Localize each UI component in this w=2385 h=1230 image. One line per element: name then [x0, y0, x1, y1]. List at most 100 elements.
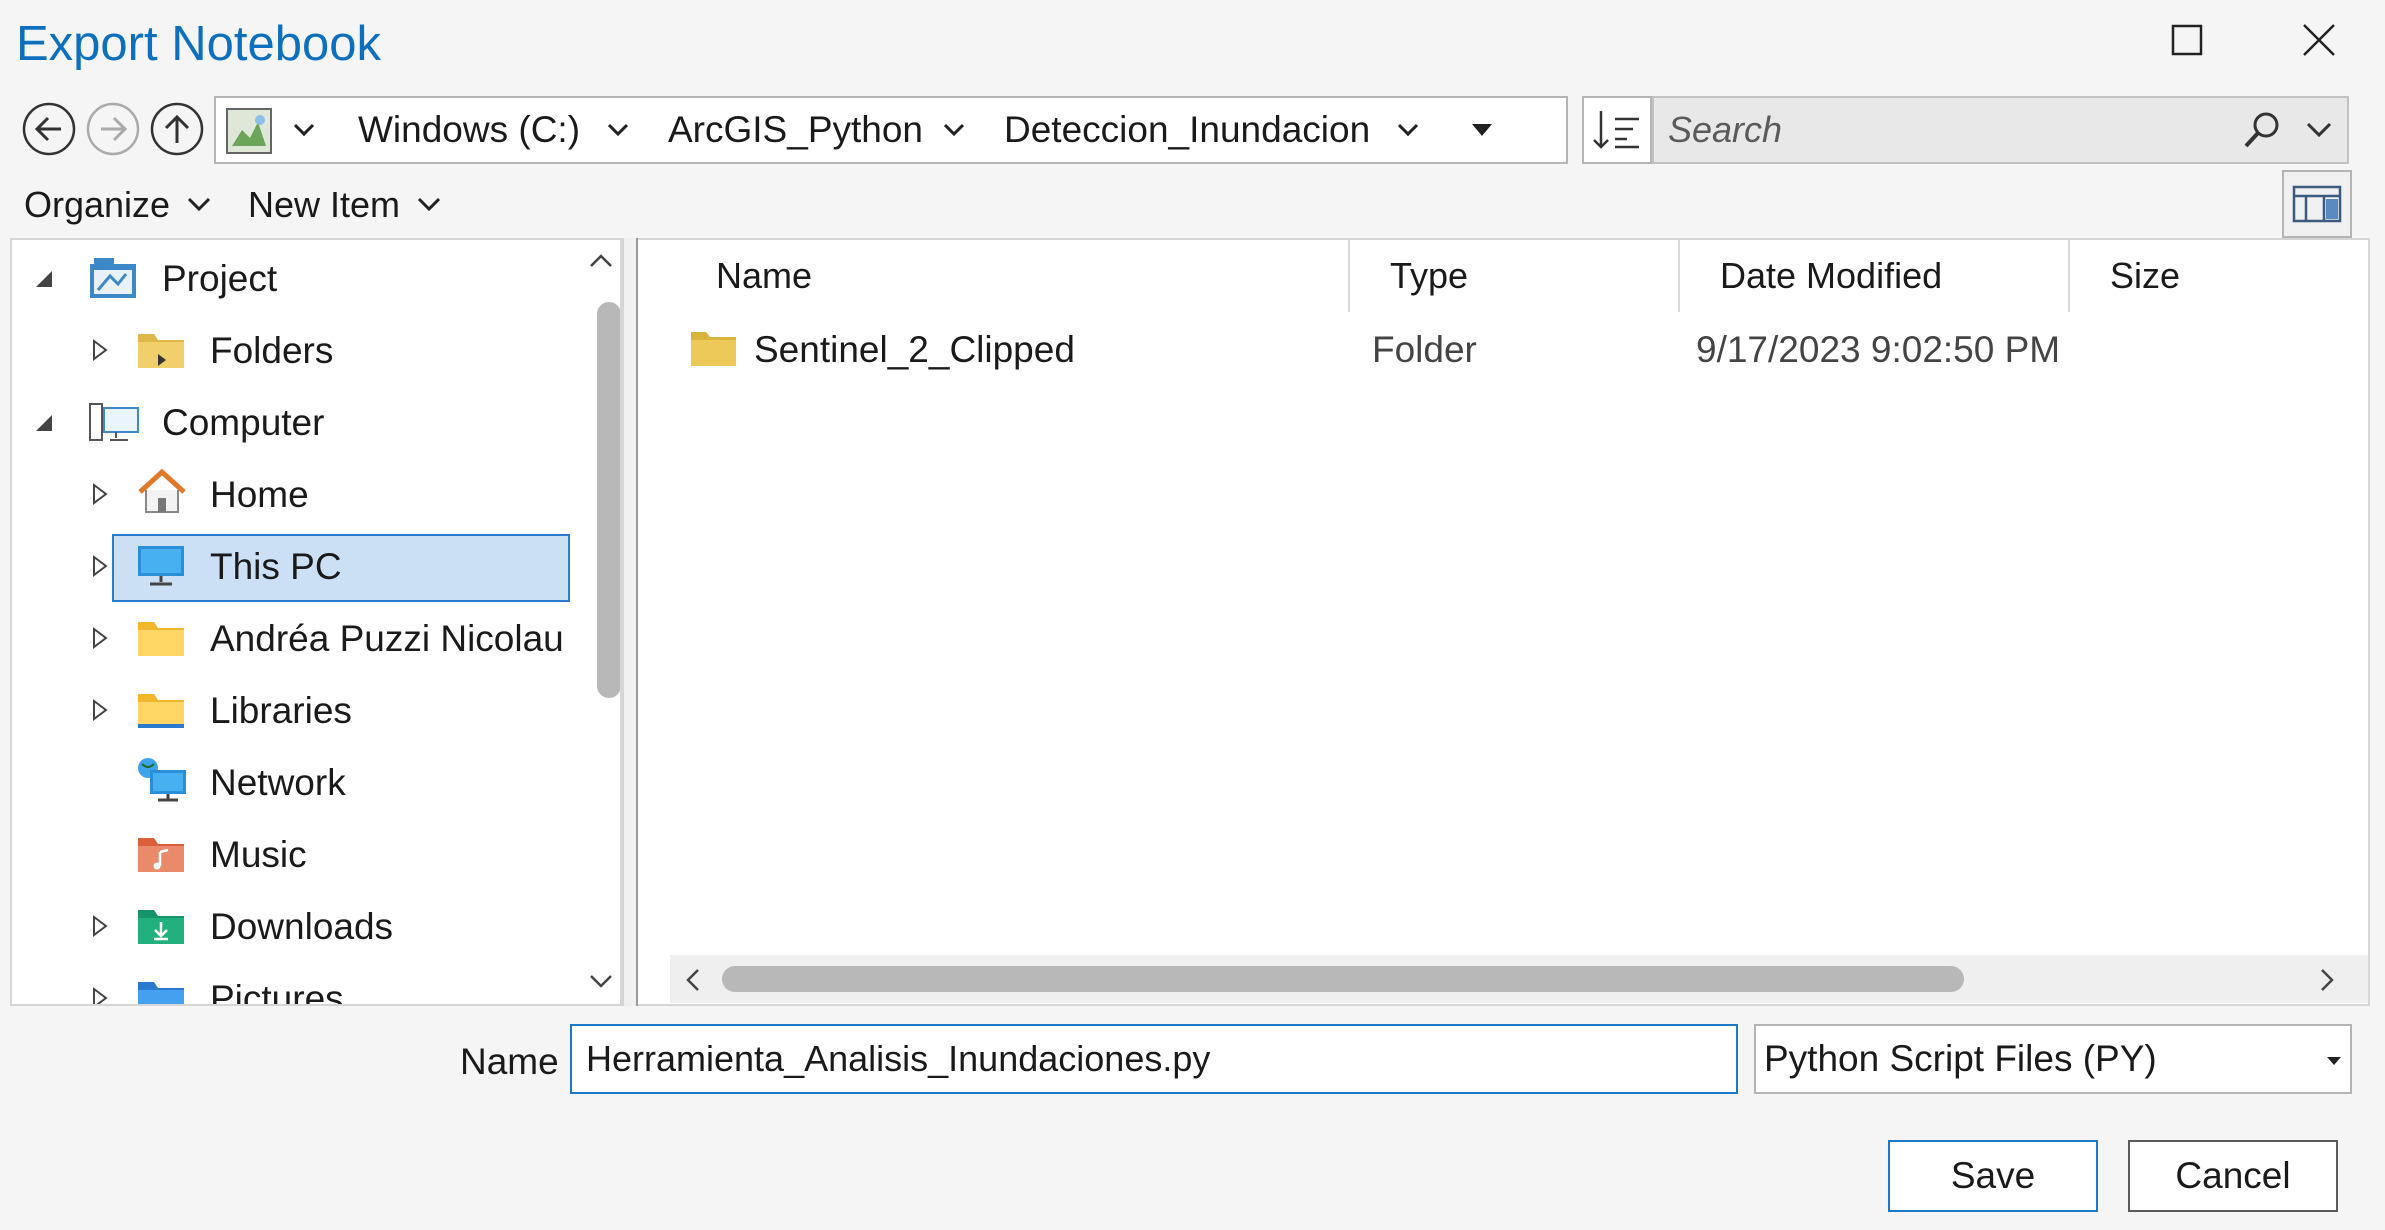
organize-label: Organize — [24, 184, 171, 225]
file-type-select[interactable]: Python Script Files (PY) — [1754, 1024, 2352, 1094]
tree-item-label: This PC — [210, 546, 342, 587]
expand-arrow-icon[interactable] — [84, 551, 114, 581]
expand-arrow-icon[interactable] — [84, 911, 114, 941]
tree-item-home[interactable]: Home — [12, 462, 572, 526]
scroll-right-icon[interactable] — [2318, 967, 2336, 993]
tree-item-label: Project — [162, 258, 278, 299]
maximize-button[interactable] — [2152, 10, 2222, 70]
tree-item-music[interactable]: Music — [12, 822, 572, 886]
expand-arrow-icon[interactable] — [84, 335, 114, 365]
search-box[interactable] — [1652, 96, 2349, 164]
up-arrow-icon — [150, 102, 204, 156]
tree-item-label: Computer — [162, 402, 325, 443]
breadcrumb[interactable]: Windows (C:) ArcGIS_Python Deteccion_Inu… — [214, 96, 1762, 164]
up-button[interactable] — [148, 100, 206, 158]
tree-item-this-pc[interactable]: This PC — [12, 534, 572, 598]
column-header-date-modified[interactable]: Date Modified — [1720, 240, 1942, 312]
expand-arrow-icon[interactable] — [84, 983, 114, 1004]
tree-item-label: Music — [210, 834, 307, 875]
downloads-icon — [136, 902, 188, 950]
dropdown-arrow-icon — [2327, 1057, 2341, 1065]
music-icon — [136, 830, 188, 878]
folder-icon — [690, 328, 738, 370]
chevron-down-icon[interactable] — [1390, 98, 1426, 162]
organize-menu[interactable]: Organize — [24, 180, 212, 230]
expand-arrow-icon[interactable] — [84, 623, 114, 653]
column-header-type[interactable]: Type — [1390, 240, 1468, 312]
cancel-button[interactable]: Cancel — [2128, 1140, 2338, 1212]
chevron-down-icon[interactable] — [2304, 120, 2334, 142]
folders-icon — [136, 326, 188, 374]
home-icon — [136, 468, 188, 516]
save-button[interactable]: Save — [1888, 1140, 2098, 1212]
column-divider[interactable] — [1678, 240, 1680, 312]
dialog-title: Export Notebook — [16, 17, 381, 71]
chevron-down-icon[interactable] — [600, 98, 636, 162]
tree-item-label: Andréa Puzzi Nicolau — [210, 618, 564, 659]
close-button[interactable] — [2284, 10, 2354, 70]
expand-arrow-icon[interactable] — [84, 695, 114, 725]
project-icon — [88, 254, 140, 302]
libraries-icon — [136, 686, 188, 734]
sort-icon — [1593, 111, 1639, 149]
chevron-down-icon[interactable] — [936, 98, 972, 162]
pictures-icon — [136, 974, 188, 1004]
computer-icon — [88, 398, 140, 446]
pane-splitter[interactable] — [622, 238, 638, 1006]
scroll-left-icon[interactable] — [684, 967, 702, 993]
breadcrumb-item-arcgis-python[interactable]: ArcGIS_Python — [668, 98, 923, 162]
forward-button[interactable] — [84, 100, 142, 158]
close-icon — [2303, 24, 2335, 56]
tree-item-user-folder[interactable]: Andréa Puzzi Nicolau — [12, 606, 572, 670]
tree-item-folders[interactable]: Folders — [12, 318, 572, 382]
tree-item-downloads[interactable]: Downloads — [12, 894, 572, 958]
new-item-menu[interactable]: New Item — [248, 180, 442, 230]
user-folder-icon — [136, 614, 188, 662]
column-divider[interactable] — [2068, 240, 2070, 312]
sort-button[interactable] — [1582, 96, 1652, 164]
file-type: Folder — [1372, 329, 1477, 370]
scroll-down-icon[interactable] — [588, 972, 614, 990]
navigation-tree[interactable]: Project Folders Computer Home This PC An… — [10, 238, 622, 1006]
search-input[interactable] — [1668, 98, 2208, 162]
new-item-label: New Item — [248, 184, 401, 225]
tree-item-label: Downloads — [210, 906, 394, 947]
collapse-arrow-icon[interactable] — [28, 407, 58, 437]
chevron-down-icon — [188, 197, 211, 212]
history-dropdown-icon[interactable] — [1464, 98, 1500, 162]
expand-arrow-icon[interactable] — [84, 479, 114, 509]
table-row[interactable]: Sentinel_2_Clipped Folder 9/17/2023 9:02… — [638, 318, 2368, 382]
search-icon[interactable] — [2240, 108, 2284, 152]
file-list[interactable]: Name Type Date Modified Size Sentinel_2_… — [638, 238, 2370, 1006]
file-name-input[interactable] — [570, 1024, 1738, 1094]
back-arrow-icon — [22, 102, 76, 156]
file-list-scroll-thumb[interactable] — [722, 966, 1964, 992]
network-icon — [136, 756, 188, 804]
column-header-size[interactable]: Size — [2110, 240, 2180, 312]
back-button[interactable] — [20, 100, 78, 158]
tree-item-label: Libraries — [210, 690, 352, 731]
column-divider[interactable] — [1348, 240, 1350, 312]
tree-item-project[interactable]: Project — [12, 246, 572, 310]
tree-item-network[interactable]: Network — [12, 750, 572, 814]
tree-item-label: Home — [210, 474, 309, 515]
breadcrumb-item-drive[interactable]: Windows (C:) — [358, 98, 580, 162]
tree-item-label: Pictures — [210, 978, 344, 1006]
tree-item-computer[interactable]: Computer — [12, 390, 572, 454]
tree-item-label: Network — [210, 762, 346, 803]
scroll-up-icon[interactable] — [588, 252, 614, 270]
monitor-icon — [136, 542, 188, 590]
tree-item-pictures[interactable]: Pictures — [12, 966, 572, 1006]
tree-item-libraries[interactable]: Libraries — [12, 678, 572, 742]
chevron-down-icon[interactable] — [286, 98, 322, 162]
tree-scroll-thumb[interactable] — [597, 302, 620, 698]
file-type-value: Python Script Files (PY) — [1764, 1038, 2157, 1079]
chevron-down-icon — [417, 197, 441, 212]
forward-arrow-icon — [86, 102, 140, 156]
maximize-icon — [2171, 24, 2203, 56]
view-layout-button[interactable] — [2282, 170, 2352, 238]
file-name-label: Name — [460, 1041, 559, 1082]
column-header-name[interactable]: Name — [716, 240, 812, 312]
breadcrumb-item-deteccion[interactable]: Deteccion_Inundacion — [1004, 98, 1370, 162]
collapse-arrow-icon[interactable] — [28, 263, 58, 293]
